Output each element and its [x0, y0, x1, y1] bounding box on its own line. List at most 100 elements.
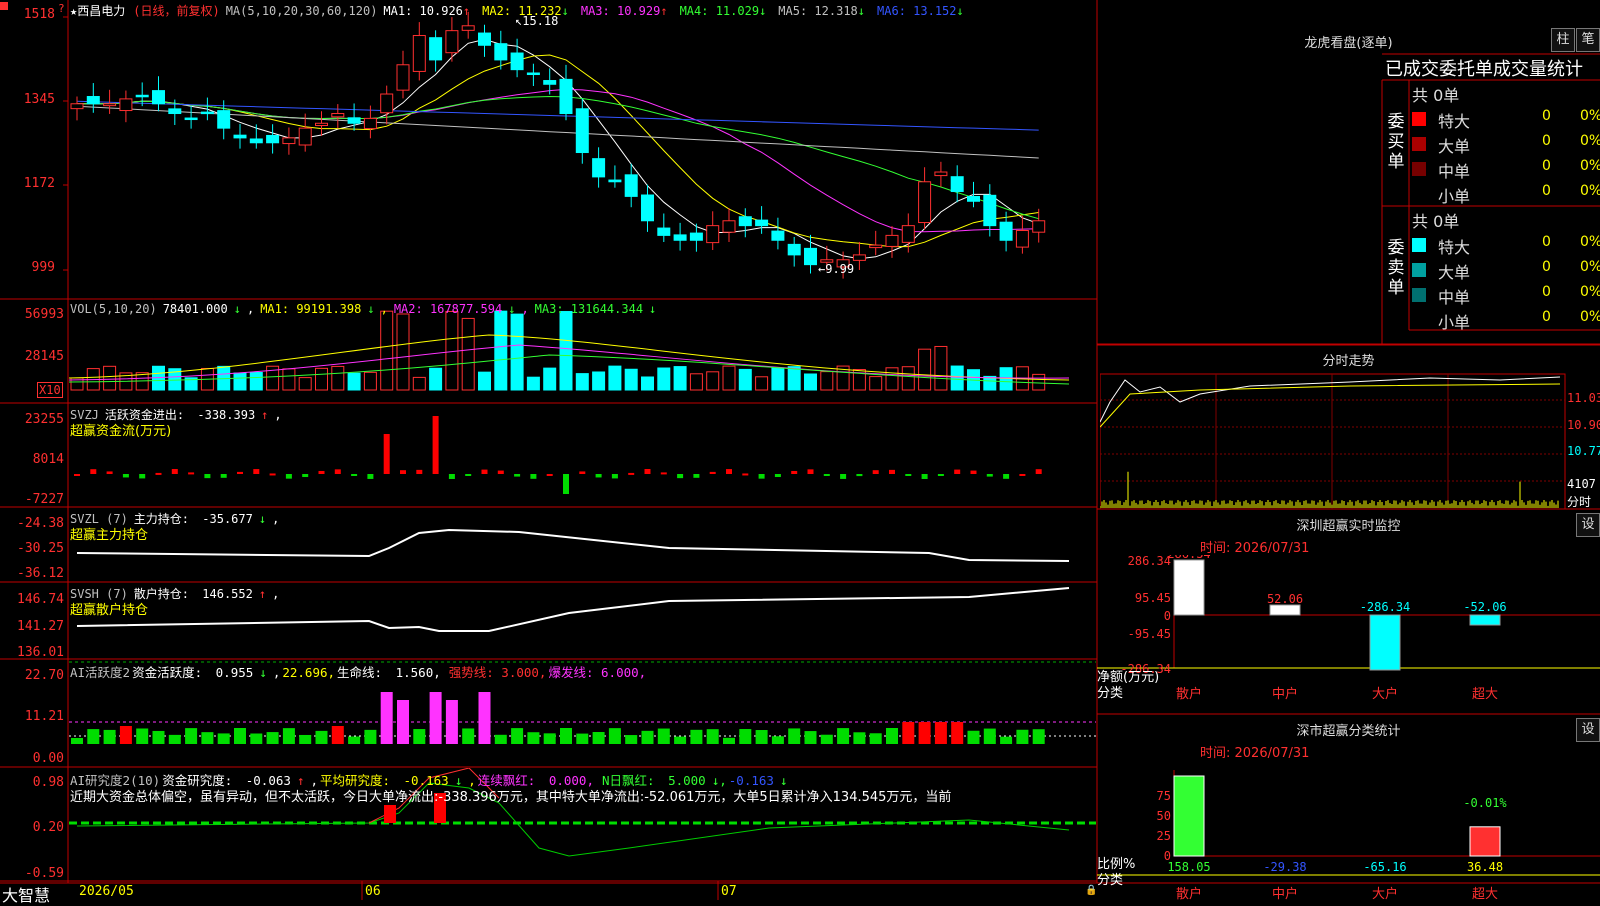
ai1-bar: [576, 733, 589, 744]
svsh-axis-label: 146.74: [17, 592, 64, 607]
svzj-bar: [595, 474, 602, 478]
volume-bar: [575, 373, 589, 391]
date-label: 07: [721, 884, 737, 899]
sell-row-label: 小单: [1438, 313, 1471, 332]
monitor-bar-label: -52.06: [1463, 600, 1506, 614]
sell-total: 共 0单: [1412, 212, 1460, 231]
lhb-subtitle: 已成交委托单成交量统计: [1385, 59, 1583, 80]
candle-body: [445, 30, 459, 54]
ai1-bar: [1016, 729, 1029, 744]
monitor-bar: [1269, 604, 1301, 616]
volume-bar: [1032, 373, 1046, 391]
volume-bar: [787, 366, 801, 391]
candle-body: [575, 108, 589, 154]
sell-row-swatch: [1412, 313, 1426, 327]
tab-bar-view[interactable]: 柱: [1551, 28, 1575, 52]
ai1-bar: [771, 736, 784, 744]
candle-body: [478, 32, 491, 46]
svzj-bar: [1003, 474, 1010, 479]
ai1-bar: [902, 722, 915, 744]
vol-unit-badge: X10: [37, 382, 63, 398]
candle-body: [266, 134, 280, 144]
svzj-bar: [497, 470, 504, 474]
sell-row-label: 中单: [1438, 288, 1471, 307]
corner-question[interactable]: ?: [58, 2, 65, 15]
ai1-bar: [837, 728, 850, 744]
volume-bar: [689, 373, 703, 391]
ai1-bar: [103, 729, 116, 744]
buy-row-swatch: [1412, 162, 1426, 176]
candle-body: [200, 111, 214, 115]
sz-class-settings-button[interactable]: 设: [1576, 718, 1600, 742]
svzj-bar: [840, 474, 847, 479]
svzj-bar: [334, 469, 341, 474]
price-axis-label: 1172: [23, 176, 55, 191]
svzj-bar: [351, 474, 358, 476]
low-price-label: ←9.99: [818, 262, 855, 276]
vol-axis-label: 56993: [24, 307, 64, 322]
ai1-bar: [592, 732, 605, 744]
vol-header: VOL(5,10,20) 78401.000 ↓, MA1: 99191.398 ↓, M…: [70, 302, 657, 316]
svzj-bar: [90, 469, 97, 474]
ai2-axis-label: 0.20: [32, 820, 64, 835]
svzj-bar: [644, 469, 651, 474]
class-category-label: 大户: [1372, 886, 1398, 900]
candle-body: [852, 254, 866, 261]
volume-bar: [315, 367, 328, 391]
monitor-bar: [1469, 614, 1501, 626]
lock-icon[interactable]: 🔒: [1085, 885, 1097, 896]
ai1-bar: [168, 734, 181, 744]
candle-body: [315, 122, 328, 127]
sell-row-swatch: [1412, 263, 1426, 277]
volume-bar: [657, 367, 671, 391]
sell-row-label: 特大: [1438, 238, 1471, 257]
candle-body: [543, 80, 557, 85]
stock-name: 西昌电力: [77, 4, 126, 18]
class-bar-label: 36.48: [1467, 860, 1503, 874]
ai1-bar: [494, 734, 507, 744]
candle-body: [689, 232, 703, 241]
buy-row-pct: 0%: [1580, 183, 1600, 199]
candle-body: [168, 108, 182, 115]
sz-monitor-chart[interactable]: 286.34 95.45 0 -95.45 -286.34 286.34 散户 52.06 中户…: [1097, 555, 1600, 715]
monitor-category-label: 中户: [1272, 686, 1298, 702]
stock-mode: (日线，前复权): [133, 4, 220, 18]
svzj-bar: [774, 474, 781, 478]
sz-class-chart[interactable]: 7550250158.05散户-29.38中户-65.16大户36.48超大-0…: [1097, 760, 1600, 900]
ma-value-5: MA5: 12.318↓: [778, 4, 866, 18]
sz-monitor-settings-button[interactable]: 设: [1576, 513, 1600, 537]
candle-body: [526, 72, 540, 76]
buy-row-pct: 0%: [1580, 133, 1600, 149]
tab-tick-view[interactable]: 笔: [1576, 28, 1600, 52]
ai1-bar: [380, 692, 393, 744]
svzj-bar: [1035, 469, 1042, 474]
candle-body: [934, 171, 948, 177]
volume-bar: [249, 372, 263, 391]
sell-row-pct: 0%: [1580, 259, 1600, 275]
volume-bar: [559, 311, 573, 391]
svzj-bar: [921, 474, 928, 479]
volume-bar: [706, 371, 720, 391]
svzj-axis-label: 23255: [24, 412, 64, 427]
ai1-bar: [282, 728, 295, 744]
class-axis-label: 75: [1157, 789, 1171, 803]
price-chart[interactable]: [69, 0, 1096, 298]
candle-body: [119, 98, 133, 112]
ai1-bar: [1032, 729, 1045, 744]
candle-body: [429, 37, 443, 61]
svzj-bar: [905, 474, 912, 476]
ai1-bar: [723, 737, 735, 744]
monitor-bar-label: 52.06: [1267, 592, 1303, 606]
monitor-bar-label: 286.34: [1167, 555, 1210, 561]
svzj-bar: [74, 474, 80, 476]
intraday-chart[interactable]: [1100, 372, 1566, 509]
monitor-category-label: 超大: [1472, 687, 1498, 702]
ma-value-4: MA4: 11.029↓: [679, 4, 767, 18]
candle-body: [233, 134, 247, 139]
volume-bar: [918, 348, 932, 391]
volume-bar: [526, 376, 540, 391]
svzj-bar: [139, 474, 146, 479]
lhb-title: 龙虎看盘(逐单): [1304, 36, 1393, 51]
ma-line-1: [77, 38, 1039, 260]
ai2-summary: 近期大资金总体偏空，虽有异动，但不太活跃，今日大单净流出:-338.396万元，…: [70, 790, 952, 805]
